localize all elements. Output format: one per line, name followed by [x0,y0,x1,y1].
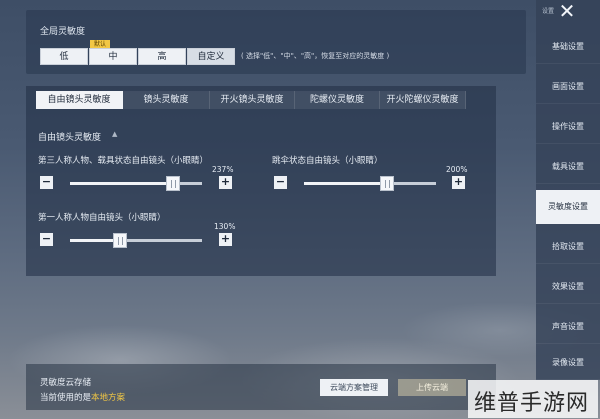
preset-custom-button[interactable]: 自定义 [187,48,235,65]
slider-fill [304,182,388,185]
slider-value-third-person: 237% [212,165,234,174]
slider-track-first-person[interactable] [70,233,202,248]
preset-high-button[interactable]: 高 [138,48,186,65]
increase-button[interactable]: + [219,233,232,246]
decrease-button[interactable]: − [40,233,53,246]
close-icon[interactable]: ✕ [555,1,579,23]
sidebar-item-vehicle[interactable]: 载具设置 [536,150,600,184]
sidebar-item-basic[interactable]: 基础设置 [536,30,600,64]
slider-value-parachute: 200% [446,165,468,174]
sidebar-item-pickup[interactable]: 拾取设置 [536,230,600,264]
watermark: 维普手游网 [468,380,598,418]
slider-thumb[interactable] [113,233,128,248]
slider-label-first-person: 第一人称人物自由镜头（小眼睛） [38,213,166,223]
current-scheme-text: 当前使用的是本地方案 [40,391,125,403]
preset-mid-button[interactable]: 中 [89,48,137,65]
upload-cloud-button[interactable]: 上传云端 [398,379,466,396]
current-scheme-prefix: 当前使用的是 [40,393,92,403]
global-sensitivity-panel: 全局灵敏度 默认 低 中 高 自定义 ( 选择"低"、"中"、"高"，恢复至对应… [26,10,526,74]
slider-value-first-person: 130% [214,222,236,231]
slider-fill [70,182,173,185]
sensitivity-panel: 自由镜头灵敏度 镜头灵敏度 开火镜头灵敏度 陀螺仪灵敏度 开火陀螺仪灵敏度 自由… [26,86,496,276]
slider-label-third-person: 第三人称人物、载具状态自由镜头（小眼睛） [38,156,209,166]
preset-hint: ( 选择"低"、"中"、"高"，恢复至对应的灵敏度 ) [241,52,390,60]
sidebar-item-graphics[interactable]: 画面设置 [536,70,600,104]
watermark-text: 维普手游网 [474,391,590,416]
slider-thumb[interactable] [380,176,395,191]
decrease-button[interactable]: − [40,176,53,189]
increase-button[interactable]: + [219,176,232,189]
slider-thumb[interactable] [165,176,180,191]
current-scheme-link[interactable]: 本地方案 [91,393,125,403]
sidebar-header: 设置 [542,8,555,15]
sidebar-item-controls[interactable]: 操作设置 [536,110,600,144]
sidebar-item-recording[interactable]: 录像设置 [536,346,600,380]
sensitivity-tabs: 自由镜头灵敏度 镜头灵敏度 开火镜头灵敏度 陀螺仪灵敏度 开火陀螺仪灵敏度 [36,91,466,109]
tab-gyroscope[interactable]: 陀螺仪灵敏度 [295,91,380,109]
collapse-caret-icon[interactable]: ▲ [112,130,117,138]
settings-sidebar: 设置 基础设置 画面设置 操作设置 载具设置 灵敏度设置 拾取设置 效果设置 声… [536,0,600,380]
slider-label-parachute: 跳伞状态自由镜头（小眼睛） [272,156,383,166]
tab-fire-camera[interactable]: 开火镜头灵敏度 [210,91,295,109]
increase-button[interactable]: + [452,176,465,189]
tab-free-camera[interactable]: 自由镜头灵敏度 [36,91,123,109]
cloud-storage-bar: 灵敏度云存储 当前使用的是本地方案 云端方案管理 上传云端 [26,364,496,410]
sidebar-item-effects[interactable]: 效果设置 [536,270,600,304]
cloud-storage-title: 灵敏度云存储 [40,378,92,388]
decrease-button[interactable]: − [274,176,287,189]
section-title: 自由镜头灵敏度 [38,133,102,143]
sidebar-item-sensitivity[interactable]: 灵敏度设置 [536,190,600,224]
tab-camera[interactable]: 镜头灵敏度 [123,91,210,109]
slider-track-parachute[interactable] [304,176,436,191]
cloud-scheme-button[interactable]: 云端方案管理 [320,379,388,396]
preset-low-button[interactable]: 低 [40,48,88,65]
tab-fire-gyroscope[interactable]: 开火陀螺仪灵敏度 [380,91,466,109]
sidebar-item-sound[interactable]: 声音设置 [536,310,600,344]
slider-track-third-person[interactable] [70,176,202,191]
global-sensitivity-title: 全局灵敏度 [40,27,86,37]
